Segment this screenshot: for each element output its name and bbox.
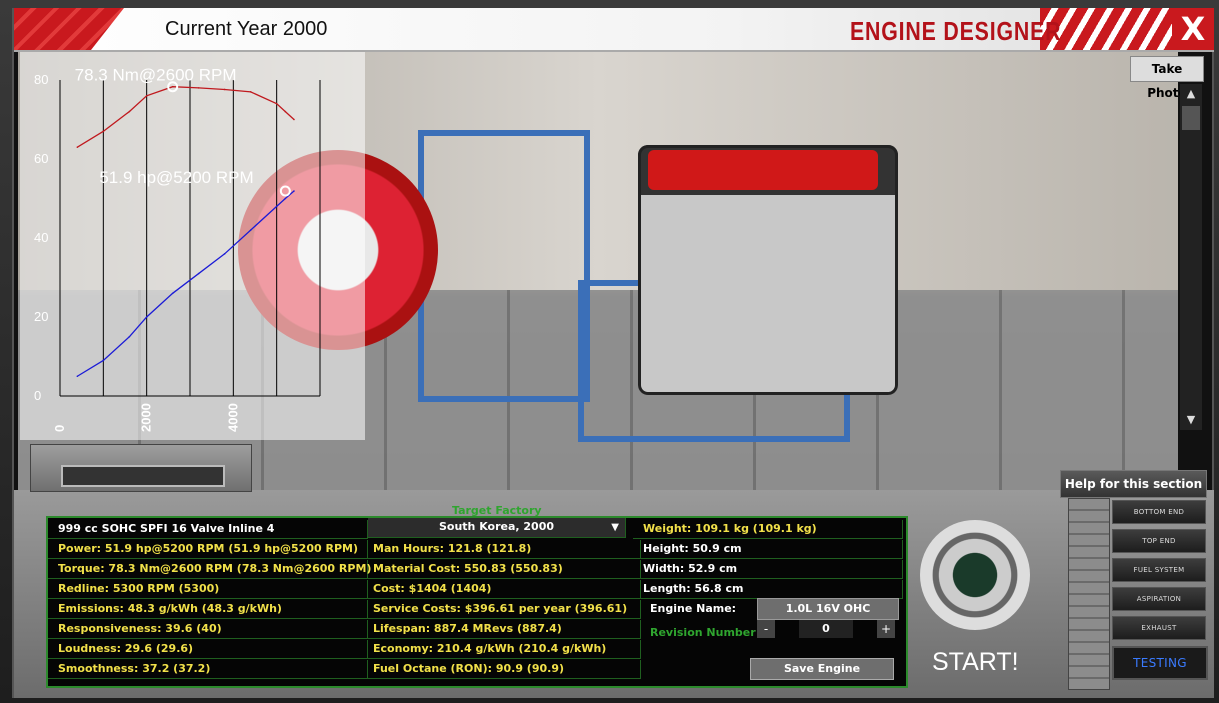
start-button[interactable] xyxy=(920,520,1040,630)
torque-point xyxy=(275,102,278,105)
start-label[interactable]: START! xyxy=(932,648,1019,677)
performance-stat-row: Responsiveness: 39.6 (40) xyxy=(48,620,368,639)
engine-name-input[interactable]: 1.0L 16V OHC xyxy=(757,598,899,620)
nav-aspiration[interactable]: ASPIRATION xyxy=(1112,587,1206,611)
revision-decrement-button[interactable]: - xyxy=(757,620,775,638)
torque-point xyxy=(249,91,252,93)
engine-name-label: Engine Name: xyxy=(650,602,737,615)
scroll-up-arrow-icon[interactable]: ▲ xyxy=(1180,84,1202,104)
power-point xyxy=(284,197,287,200)
target-factory-value: South Korea, 2000 xyxy=(438,520,555,533)
dimension-stat-row: Height: 50.9 cm xyxy=(633,540,903,559)
torque-point xyxy=(284,110,287,113)
revision-increment-button[interactable]: + xyxy=(877,620,895,638)
power-point xyxy=(171,292,174,295)
power-point xyxy=(102,359,105,362)
nav-exhaust[interactable]: EXHAUST xyxy=(1112,616,1206,640)
nav-fuel-system[interactable]: FUEL SYSTEM xyxy=(1112,558,1206,582)
dropdown-arrow-icon: ▼ xyxy=(611,522,619,533)
engine-description: 999 cc SOHC SPFI 16 Valve Inline 4 xyxy=(48,520,368,539)
test-stand-frame xyxy=(418,130,590,402)
torque-point xyxy=(145,95,148,97)
y-tick-label: 40 xyxy=(34,230,48,245)
performance-stat-row: Power: 51.9 hp@5200 RPM (51.9 hp@5200 RP… xyxy=(48,540,368,559)
x-tick-label: 4000 xyxy=(225,403,240,432)
torque-point xyxy=(171,85,174,88)
torque-point xyxy=(102,130,105,133)
dyno-chart-svg: 0 20 40 60 80 0 2000 4000 78.3 Nm@2600 RPM 51.9 h… xyxy=(34,66,321,432)
y-tick-label: 60 xyxy=(34,151,48,166)
page-title: ENGINE DESIGNER xyxy=(850,16,1062,46)
power-peak-marker xyxy=(279,185,291,197)
torque-point xyxy=(197,87,200,89)
torque-peak-annotation: 78.3 Nm@2600 RPM xyxy=(75,66,237,85)
scroll-thumb[interactable] xyxy=(1182,106,1200,130)
performance-stat-row: Emissions: 48.3 g/kWh (48.3 g/kWh) xyxy=(48,600,368,619)
x-tick-label: 0 xyxy=(52,425,67,432)
revision-number-label: Revision Number xyxy=(650,626,756,639)
panel-tab-handle xyxy=(30,444,252,492)
nav-testing[interactable]: TESTING xyxy=(1112,646,1208,680)
nav-top-end[interactable]: TOP END xyxy=(1112,529,1206,553)
power-point xyxy=(275,205,278,208)
dimension-stat-row: Length: 56.8 cm xyxy=(633,580,903,599)
torque-point xyxy=(293,118,295,121)
power-point xyxy=(76,375,79,378)
current-year: Current Year 2000 xyxy=(165,18,328,40)
dimension-stat-row: Width: 52.9 cm xyxy=(633,560,903,579)
viewport-scrollbar[interactable]: ▲ ▼ xyxy=(1180,84,1202,430)
y-tick-label: 20 xyxy=(34,309,48,324)
dimension-stat-row: Weight: 109.1 kg (109.1 kg) xyxy=(633,520,903,539)
engine-valve-cover xyxy=(648,150,878,190)
power-line xyxy=(76,190,295,377)
cost-stat-row: Cost: $1404 (1404) xyxy=(363,580,641,599)
help-button[interactable]: Help for this section xyxy=(1060,470,1207,498)
cost-stat-row: Lifespan: 887.4 MRevs (887.4) xyxy=(363,620,641,639)
scroll-down-arrow-icon[interactable]: ▼ xyxy=(1180,410,1202,430)
cost-stat-row: Man Hours: 121.8 (121.8) xyxy=(363,540,641,559)
performance-stat-row: Smoothness: 37.2 (37.2) xyxy=(48,660,368,679)
x-tick-label: 2000 xyxy=(139,403,154,432)
torque-point xyxy=(128,110,131,113)
revision-number-value: 0 xyxy=(799,620,853,638)
close-button[interactable]: X xyxy=(1172,8,1214,50)
dyno-graph: 0 20 40 60 80 0 2000 4000 78.3 Nm@2600 RPM 51.9 h… xyxy=(20,50,365,440)
side-strip xyxy=(1068,498,1110,690)
take-photo-button[interactable]: Take Photo xyxy=(1130,56,1204,100)
nav-bottom-end[interactable]: BOTTOM END xyxy=(1112,500,1206,524)
power-point xyxy=(249,229,252,231)
y-tick-label: 80 xyxy=(34,72,48,87)
torque-point xyxy=(223,88,226,91)
y-tick-label: 0 xyxy=(34,388,41,403)
power-point xyxy=(128,335,131,338)
cost-stat-row: Economy: 210.4 g/kWh (210.4 g/kWh) xyxy=(363,640,641,659)
cost-stat-row: Service Costs: $396.61 per year (396.61) xyxy=(363,600,641,619)
power-point xyxy=(145,316,148,318)
panel-tab-slot xyxy=(61,465,225,487)
power-point xyxy=(293,190,295,192)
torque-line xyxy=(76,86,295,148)
performance-stat-row: Loudness: 29.6 (29.6) xyxy=(48,640,368,659)
start-dial-icon[interactable] xyxy=(920,520,1030,630)
power-peak-annotation: 51.9 hp@5200 RPM xyxy=(99,168,253,187)
performance-stat-row: Redline: 5300 RPM (5300) xyxy=(48,580,368,599)
cost-stat-row: Material Cost: 550.83 (550.83) xyxy=(363,560,641,579)
torque-point xyxy=(76,146,79,148)
performance-stat-row: Torque: 78.3 Nm@2600 RPM (78.3 Nm@2600 R… xyxy=(48,560,371,579)
power-point xyxy=(223,253,226,255)
power-point xyxy=(197,272,200,275)
save-engine-button[interactable]: Save Engine xyxy=(750,658,894,680)
cost-stat-row: Fuel Octane (RON): 90.9 (90.9) xyxy=(363,660,641,679)
target-factory-dropdown[interactable]: South Korea, 2000 ▼ xyxy=(368,518,626,538)
